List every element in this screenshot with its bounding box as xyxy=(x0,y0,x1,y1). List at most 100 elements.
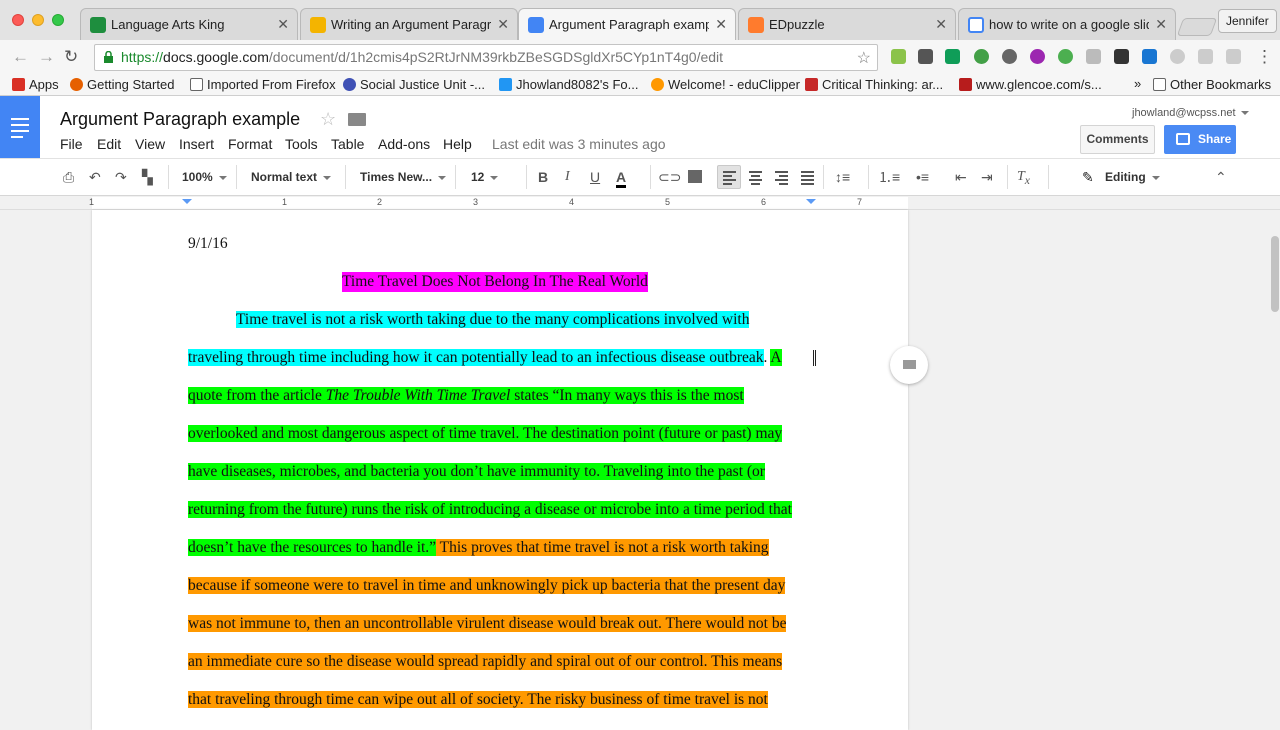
forward-icon[interactable]: → xyxy=(38,47,55,67)
close-tab-icon[interactable]: ✕ xyxy=(715,9,727,40)
undo-icon[interactable]: ↶ xyxy=(89,169,101,185)
bookmark-other[interactable]: Other Bookmarks xyxy=(1153,77,1271,92)
back-icon[interactable]: ← xyxy=(12,47,29,67)
text-segment: overlooked and most dangerous aspect of … xyxy=(188,425,783,442)
paragraph-line: that traveling through time can wipe out… xyxy=(188,690,768,710)
increase-indent-icon[interactable]: ⇥ xyxy=(981,169,993,185)
extension-icon[interactable] xyxy=(1030,49,1045,64)
document-title[interactable]: Argument Paragraph example xyxy=(60,109,300,130)
extension-icon[interactable] xyxy=(1086,49,1101,64)
menu-table[interactable]: Table xyxy=(331,136,364,152)
last-edit-link[interactable]: Last edit was 3 minutes ago xyxy=(492,136,666,152)
collapse-icon[interactable]: ⌃ xyxy=(1215,169,1227,185)
editing-mode-select[interactable]: Editing xyxy=(1105,170,1160,184)
share-button[interactable]: Share xyxy=(1164,125,1236,154)
browser-tab[interactable]: EDpuzzle ✕ xyxy=(738,8,956,40)
bookmarks-overflow-button[interactable]: » xyxy=(1134,76,1141,91)
text-color-icon[interactable]: A xyxy=(616,169,627,188)
font-select[interactable]: Times New... xyxy=(360,170,447,184)
bookmark-social-justice[interactable]: Social Justice Unit -... xyxy=(343,77,485,92)
extension-icon[interactable] xyxy=(918,49,933,64)
bookmark-critical-thinking[interactable]: Critical Thinking: ar... xyxy=(805,77,943,92)
paragraph-line: because if someone were to travel in tim… xyxy=(188,576,786,596)
bold-icon[interactable]: B xyxy=(538,169,548,185)
paint-format-icon[interactable]: ▚ xyxy=(142,169,153,185)
bookmark-getting-started[interactable]: Getting Started xyxy=(70,77,174,92)
star-icon[interactable]: ☆ xyxy=(857,48,871,68)
font-size-select[interactable]: 12 xyxy=(471,170,500,184)
scrollbar-thumb[interactable] xyxy=(1271,236,1279,312)
underline-icon[interactable]: U xyxy=(590,169,600,185)
link-icon[interactable]: ⊂⊃ xyxy=(658,169,681,185)
bookmark-imported[interactable]: Imported From Firefox xyxy=(190,77,336,92)
extension-icon[interactable] xyxy=(945,49,960,64)
browser-tab[interactable]: Writing an Argument Paragra ✕ xyxy=(300,8,518,40)
profile-button[interactable]: Jennifer xyxy=(1218,9,1277,33)
menu-tools[interactable]: Tools xyxy=(285,136,318,152)
italic-icon[interactable]: I xyxy=(565,169,570,185)
decrease-indent-icon[interactable]: ⇤ xyxy=(955,169,967,185)
extension-icon[interactable] xyxy=(974,49,989,64)
address-bar[interactable]: https://docs.google.com/document/d/1h2cm… xyxy=(94,44,878,71)
browser-tab-active[interactable]: Argument Paragraph example ✕ xyxy=(518,8,736,40)
bookmark-glencoe[interactable]: www.glencoe.com/s... xyxy=(959,77,1102,92)
reload-icon[interactable]: ↻ xyxy=(64,47,78,67)
menu-icon[interactable]: ⋮ xyxy=(1256,47,1273,67)
clear-formatting-icon[interactable]: Tx xyxy=(1017,169,1030,189)
align-right-icon[interactable] xyxy=(775,171,788,187)
chevron-down-icon[interactable] xyxy=(1241,111,1249,119)
zoom-select[interactable]: 100% xyxy=(182,170,227,184)
justify-icon[interactable] xyxy=(801,171,814,187)
extension-icon[interactable] xyxy=(891,49,906,64)
menu-view[interactable]: View xyxy=(135,136,165,152)
extension-icon[interactable] xyxy=(1198,49,1213,64)
add-comment-button[interactable] xyxy=(890,346,928,384)
paragraph-line: traveling through time including how it … xyxy=(188,348,782,368)
close-tab-icon[interactable]: ✕ xyxy=(277,9,289,40)
menu-help[interactable]: Help xyxy=(443,136,472,152)
text-segment: Time travel is not a risk worth taking d… xyxy=(236,311,750,328)
menu-format[interactable]: Format xyxy=(228,136,272,152)
print-icon[interactable]: ⎙ xyxy=(63,169,74,185)
close-tab-icon[interactable]: ✕ xyxy=(1155,9,1167,40)
numbered-list-icon[interactable]: ⒈≡ xyxy=(878,169,900,185)
bulleted-list-icon[interactable]: •≡ xyxy=(916,169,929,185)
menu-edit[interactable]: Edit xyxy=(97,136,121,152)
line-spacing-icon[interactable]: ↕≡ xyxy=(835,169,850,185)
close-window-button[interactable] xyxy=(12,14,24,26)
redo-icon[interactable]: ↷ xyxy=(115,169,127,185)
paragraph-line: have diseases, microbes, and bacteria yo… xyxy=(188,462,765,482)
menu-add-ons[interactable]: Add-ons xyxy=(378,136,430,152)
menu-insert[interactable]: Insert xyxy=(179,136,214,152)
bookmark-jhowland[interactable]: Jhowland8082's Fo... xyxy=(499,77,638,92)
new-tab-button[interactable] xyxy=(1176,18,1218,36)
text-segment: returning from the future) runs the risk… xyxy=(188,501,792,518)
align-center-icon[interactable] xyxy=(749,171,762,187)
close-tab-icon[interactable]: ✕ xyxy=(497,9,509,40)
browser-tab[interactable]: Language Arts King ✕ xyxy=(80,8,298,40)
comment-icon[interactable] xyxy=(688,170,702,183)
bookmark-apps[interactable]: Apps xyxy=(12,77,59,92)
ruler-number: 3 xyxy=(473,197,479,207)
extension-icon[interactable] xyxy=(1002,49,1017,64)
close-tab-icon[interactable]: ✕ xyxy=(935,9,947,40)
bookmark-educlipper[interactable]: Welcome! - eduClipper xyxy=(651,77,800,92)
educlipper-icon xyxy=(651,78,664,91)
extension-icon[interactable] xyxy=(1170,49,1185,64)
right-indent-marker[interactable] xyxy=(806,199,816,209)
docs-home-icon[interactable] xyxy=(0,96,40,158)
extension-icon[interactable] xyxy=(1114,49,1129,64)
extension-icon[interactable] xyxy=(1226,49,1241,64)
folder-icon[interactable] xyxy=(348,113,366,126)
comments-button[interactable]: Comments xyxy=(1080,125,1155,154)
zoom-window-button[interactable] xyxy=(52,14,64,26)
extension-icon[interactable] xyxy=(1142,49,1157,64)
browser-tab[interactable]: how to write on a google slid ✕ xyxy=(958,8,1176,40)
style-select[interactable]: Normal text xyxy=(251,170,332,184)
extension-icon[interactable] xyxy=(1058,49,1073,64)
indent-marker[interactable] xyxy=(182,199,192,209)
account-email[interactable]: jhowland@wcpss.net xyxy=(1132,107,1236,119)
star-icon[interactable]: ☆ xyxy=(320,109,336,130)
menu-file[interactable]: File xyxy=(60,136,83,152)
minimize-window-button[interactable] xyxy=(32,14,44,26)
